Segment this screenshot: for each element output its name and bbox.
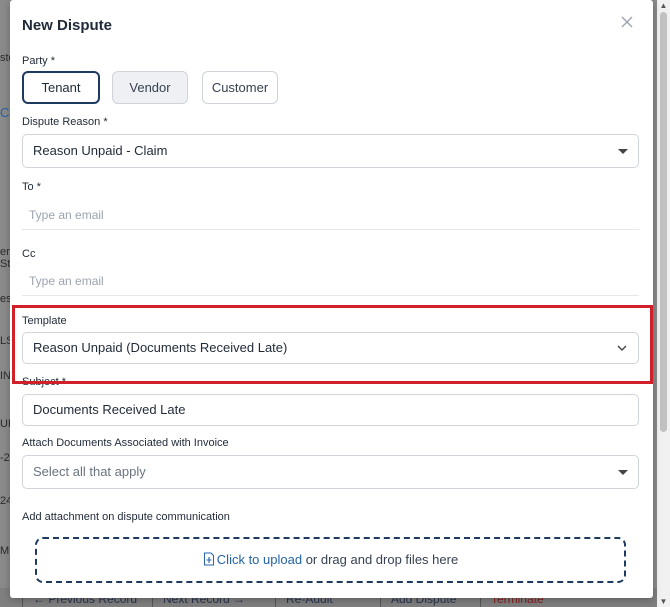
new-dispute-modal: New Dispute Party * Tenant Vendor Custom… (10, 0, 653, 598)
dispute-reason-value: Reason Unpaid - Claim (33, 143, 168, 158)
template-select[interactable]: Reason Unpaid (Documents Received Late) (22, 332, 639, 364)
drag-drop-text: or drag and drop files here (302, 552, 459, 567)
caret-down-icon (618, 149, 628, 154)
page-scrollbar[interactable]: ▲ ▼ (657, 0, 670, 607)
close-icon (621, 16, 633, 28)
subject-input[interactable]: Documents Received Late (22, 394, 639, 426)
chevron-down-icon (617, 345, 627, 351)
attachment-label: Add attachment on dispute communication (22, 511, 230, 523)
dispute-reason-label: Dispute Reason * (22, 116, 108, 128)
dispute-reason-select[interactable]: Reason Unpaid - Claim (22, 134, 639, 168)
template-value: Reason Unpaid (Documents Received Late) (33, 340, 288, 355)
file-upload-icon (203, 552, 214, 566)
attach-documents-label: Attach Documents Associated with Invoice (22, 437, 229, 449)
caret-down-icon (618, 470, 628, 475)
party-customer-button[interactable]: Customer (202, 71, 278, 104)
upload-dropzone[interactable]: Click to upload or drag and drop files h… (35, 537, 626, 583)
modal-title: New Dispute (22, 17, 113, 34)
click-to-upload-link[interactable]: Click to upload (217, 552, 302, 567)
cc-email-input[interactable]: Type an email (22, 266, 639, 296)
close-button[interactable] (619, 14, 635, 30)
bg-fragment: M (0, 545, 10, 557)
scroll-up-icon[interactable]: ▲ (659, 1, 668, 10)
to-label: To * (22, 181, 41, 193)
scroll-down-icon[interactable]: ▼ (659, 597, 668, 606)
attach-documents-select[interactable]: Select all that apply (22, 455, 639, 489)
party-tenant-button[interactable]: Tenant (22, 71, 100, 104)
subject-label: Subject * (22, 376, 67, 388)
template-label: Template (22, 315, 67, 327)
party-label: Party * (22, 55, 56, 67)
to-email-input[interactable]: Type an email (22, 200, 639, 230)
bg-fragment: er (0, 246, 10, 258)
party-vendor-button[interactable]: Vendor (112, 71, 188, 104)
cc-label: Cc (22, 248, 36, 260)
scrollbar-thumb[interactable] (660, 12, 667, 432)
bg-fragment: -2 (0, 452, 10, 464)
bg-fragment: C (0, 105, 10, 120)
attach-documents-placeholder: Select all that apply (33, 464, 146, 479)
